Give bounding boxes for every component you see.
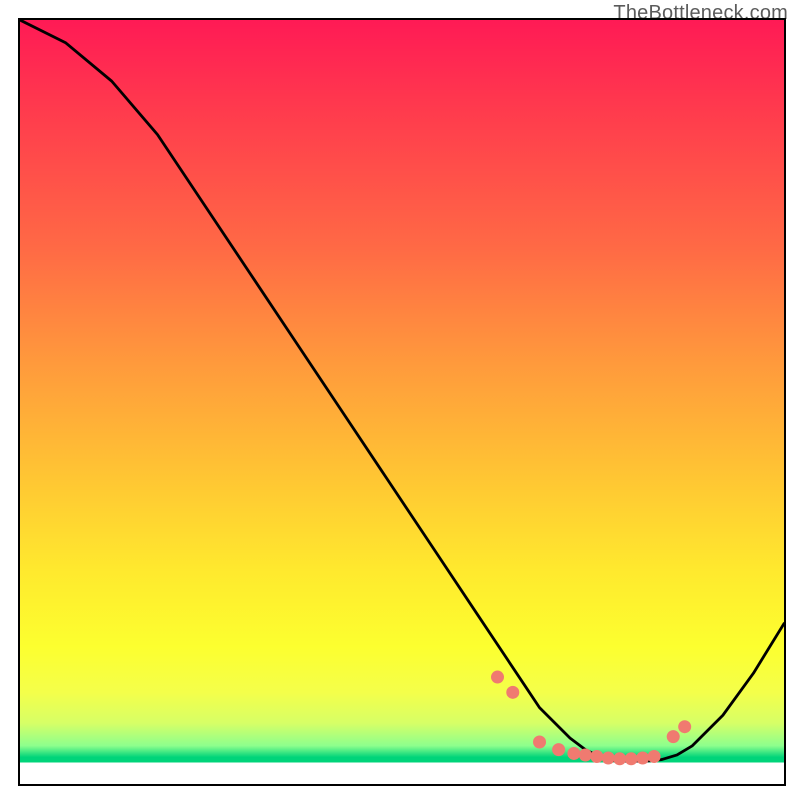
marker-dot — [636, 752, 649, 765]
marker-dot — [533, 735, 546, 748]
chart-container: TheBottleneck.com — [0, 0, 800, 800]
marker-dot — [625, 752, 638, 765]
curve-line — [20, 20, 784, 761]
marker-dot — [552, 743, 565, 756]
marker-dot — [678, 720, 691, 733]
marker-dot — [602, 752, 615, 765]
marker-dot — [491, 671, 504, 684]
marker-dot — [567, 747, 580, 760]
marker-dot — [506, 686, 519, 699]
marker-dot — [648, 750, 661, 763]
marker-dot — [613, 752, 626, 765]
marker-dot — [579, 748, 592, 761]
marker-dot — [590, 750, 603, 763]
marker-dot — [667, 730, 680, 743]
chart-svg — [20, 20, 784, 784]
plot-area — [18, 18, 786, 786]
